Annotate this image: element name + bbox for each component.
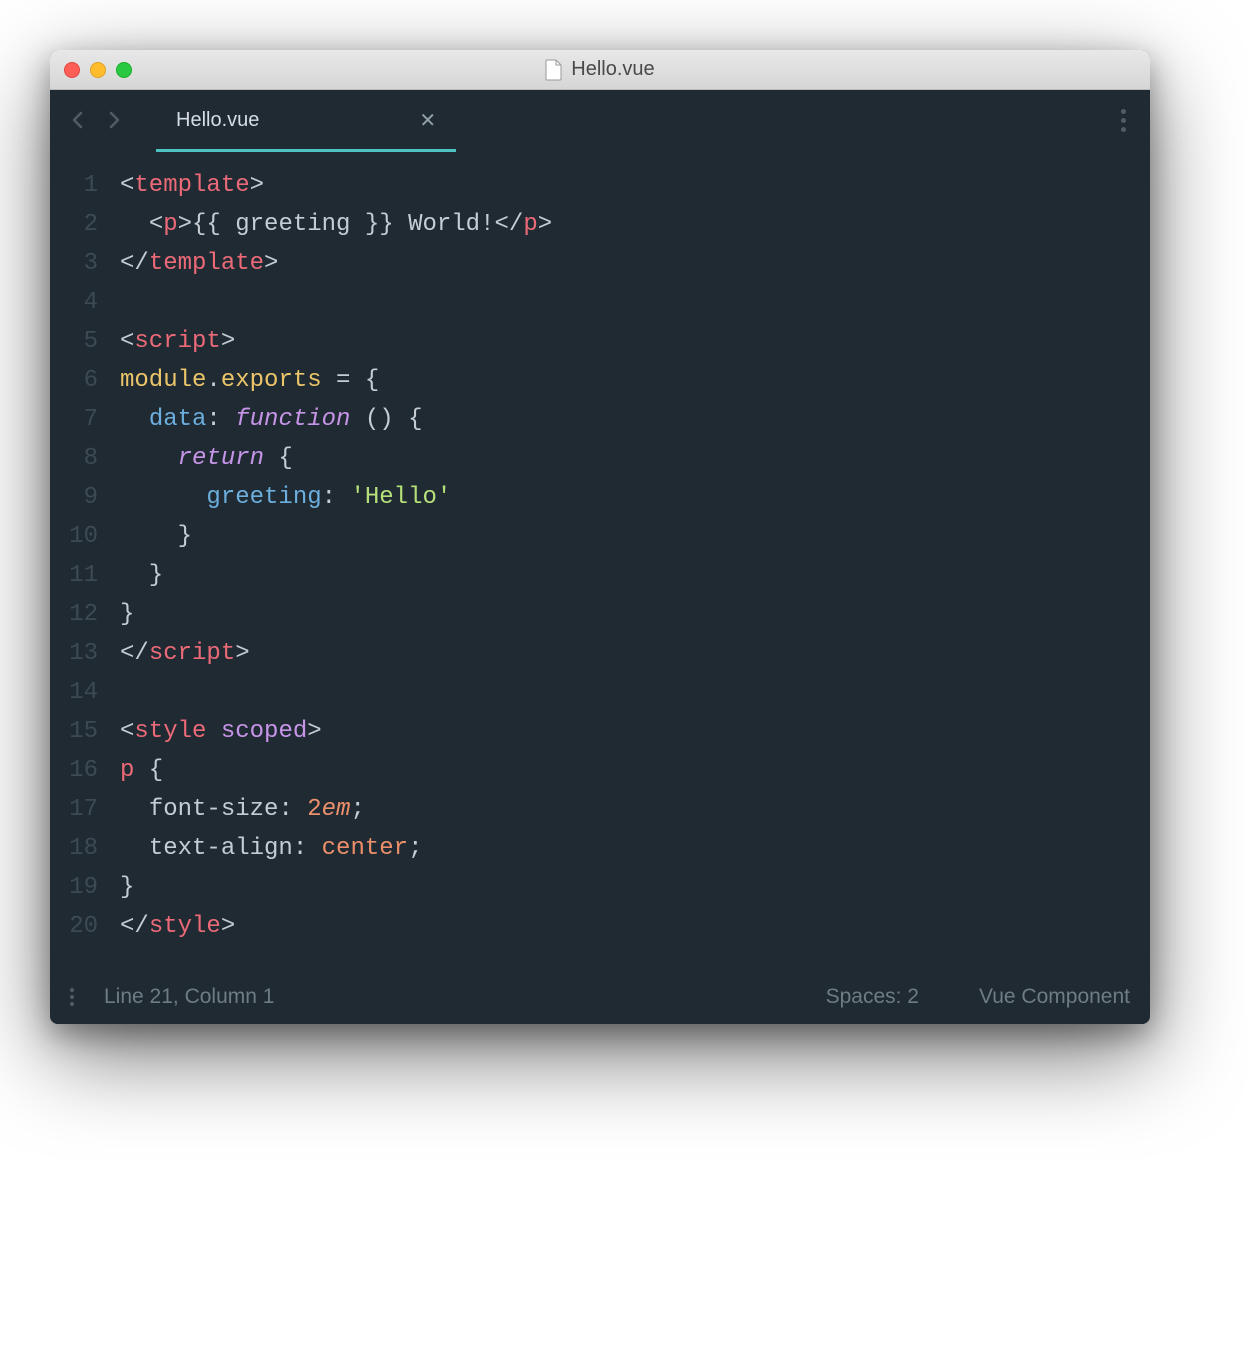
line-number: 14 — [50, 673, 98, 712]
line-number: 17 — [50, 790, 98, 829]
file-icon — [545, 59, 563, 81]
code-line[interactable]: } — [120, 517, 552, 556]
tab-bar: Hello.vue ✕ — [50, 90, 1150, 150]
code-line[interactable]: </template> — [120, 244, 552, 283]
code-line[interactable]: <style scoped> — [120, 712, 552, 751]
code-line[interactable]: } — [120, 868, 552, 907]
line-number: 2 — [50, 205, 98, 244]
line-number: 11 — [50, 556, 98, 595]
editor-window: Hello.vue Hello.vue ✕ 123456789101112131… — [50, 50, 1150, 1024]
minimize-window-button[interactable] — [90, 62, 106, 78]
line-number: 8 — [50, 439, 98, 478]
line-number: 16 — [50, 751, 98, 790]
line-number: 9 — [50, 478, 98, 517]
code-area[interactable]: <template> <p>{{ greeting }} World!</p><… — [120, 166, 552, 946]
line-number: 18 — [50, 829, 98, 868]
line-number: 6 — [50, 361, 98, 400]
window-title: Hello.vue — [50, 58, 1150, 81]
code-line[interactable]: <p>{{ greeting }} World!</p> — [120, 205, 552, 244]
code-line[interactable] — [120, 673, 552, 712]
maximize-window-button[interactable] — [116, 62, 132, 78]
nav-forward-icon[interactable] — [102, 108, 126, 132]
line-number: 10 — [50, 517, 98, 556]
line-number: 1 — [50, 166, 98, 205]
window-controls — [64, 62, 132, 78]
nav-arrows — [66, 108, 126, 132]
line-number: 19 — [50, 868, 98, 907]
line-number: 3 — [50, 244, 98, 283]
line-number-gutter: 1234567891011121314151617181920 — [50, 166, 120, 946]
titlebar: Hello.vue — [50, 50, 1150, 90]
code-line[interactable] — [120, 283, 552, 322]
code-line[interactable]: data: function () { — [120, 400, 552, 439]
status-bar: Line 21, Column 1 Spaces: 2 Vue Componen… — [50, 970, 1150, 1024]
tab-label: Hello.vue — [176, 109, 259, 132]
status-more-icon[interactable] — [70, 988, 74, 1006]
code-line[interactable]: module.exports = { — [120, 361, 552, 400]
code-line[interactable]: text-align: center; — [120, 829, 552, 868]
code-line[interactable]: return { — [120, 439, 552, 478]
code-line[interactable]: </script> — [120, 634, 552, 673]
code-line[interactable]: font-size: 2em; — [120, 790, 552, 829]
window-title-text: Hello.vue — [571, 58, 654, 81]
line-number: 7 — [50, 400, 98, 439]
line-number: 12 — [50, 595, 98, 634]
code-line[interactable]: <template> — [120, 166, 552, 205]
code-line[interactable]: } — [120, 556, 552, 595]
tab-close-icon[interactable]: ✕ — [419, 108, 436, 133]
close-window-button[interactable] — [64, 62, 80, 78]
more-menu-icon[interactable] — [1121, 109, 1126, 132]
cursor-position[interactable]: Line 21, Column 1 — [104, 985, 274, 1009]
tab-hello-vue[interactable]: Hello.vue ✕ — [156, 90, 456, 150]
line-number: 20 — [50, 907, 98, 946]
code-line[interactable]: greeting: 'Hello' — [120, 478, 552, 517]
code-line[interactable]: p { — [120, 751, 552, 790]
line-number: 15 — [50, 712, 98, 751]
language-mode[interactable]: Vue Component — [979, 985, 1130, 1009]
line-number: 5 — [50, 322, 98, 361]
nav-back-icon[interactable] — [66, 108, 90, 132]
code-line[interactable]: <script> — [120, 322, 552, 361]
line-number: 13 — [50, 634, 98, 673]
code-line[interactable]: } — [120, 595, 552, 634]
line-number: 4 — [50, 283, 98, 322]
code-line[interactable]: </style> — [120, 907, 552, 946]
indent-setting[interactable]: Spaces: 2 — [826, 985, 919, 1009]
code-editor[interactable]: 1234567891011121314151617181920 <templat… — [50, 150, 1150, 970]
